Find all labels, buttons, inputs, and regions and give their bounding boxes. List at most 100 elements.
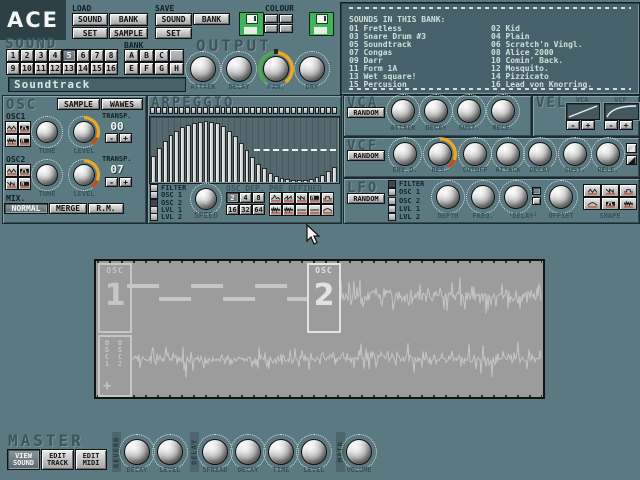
arp-bar[interactable]	[169, 135, 174, 182]
vca-random-button[interactable]: RANDOM	[347, 107, 385, 118]
pulse-wave-icon-button[interactable]	[18, 134, 31, 147]
vcf-cutoff-knob[interactable]	[463, 142, 487, 166]
mix-merge-button[interactable]: MERGE	[49, 203, 87, 214]
arp-bar[interactable]	[309, 179, 314, 182]
arp-step[interactable]	[256, 107, 261, 114]
target-row-lvl1[interactable]: LVL 1	[388, 205, 420, 213]
arp-bar[interactable]	[233, 136, 238, 182]
output-delay-knob[interactable]	[226, 56, 252, 82]
target-row-lvl2[interactable]: LVL 2	[388, 213, 420, 221]
arp-step[interactable]	[162, 107, 167, 114]
arp-bar[interactable]	[174, 131, 179, 182]
vcf-random-button[interactable]: RANDOM	[347, 150, 385, 161]
tab-sample[interactable]: SAMPLE	[57, 98, 100, 110]
noise-wave-icon-button[interactable]	[619, 197, 637, 210]
osc-dep-8-button[interactable]: 8	[252, 192, 265, 203]
osc-dep-2-button[interactable]: 2	[226, 192, 239, 203]
load-bank-button[interactable]: BANK	[109, 13, 148, 26]
output-attack-knob[interactable]	[190, 56, 216, 82]
saw-wave-icon-button[interactable]	[282, 192, 295, 204]
tri-wave-icon-button[interactable]	[5, 164, 18, 177]
target-radio[interactable]	[388, 213, 396, 221]
tri-wave-icon-button[interactable]	[583, 184, 601, 197]
osc2-transpose-minus-button[interactable]: -	[105, 177, 118, 187]
step-wave-icon-button[interactable]	[619, 184, 637, 197]
vcf-envd-knob[interactable]	[393, 142, 417, 166]
waveform-display[interactable]: OSC 1 OSC 2 OSC1 OSC2 +	[94, 259, 545, 399]
arp-bar[interactable]	[163, 141, 168, 182]
arp-bar[interactable]	[204, 121, 209, 182]
pulse-wave-icon-button[interactable]	[308, 192, 321, 204]
floppy-disk-icon[interactable]	[239, 12, 264, 36]
arp-bar[interactable]	[186, 125, 191, 182]
vca-release-knob[interactable]	[491, 99, 515, 123]
osc1-tune-knob[interactable]	[36, 121, 58, 143]
sawdown-wave-icon-button[interactable]	[5, 177, 18, 190]
osc-dep-4-button[interactable]: 4	[239, 192, 252, 203]
arp-step[interactable]	[156, 107, 161, 114]
vcf-sustain-knob[interactable]	[563, 142, 587, 166]
main-volume-knob[interactable]	[346, 439, 372, 465]
tab-wawes[interactable]: WAWES	[101, 98, 143, 110]
arp-bar[interactable]	[320, 175, 325, 182]
square-wave-icon-button[interactable]	[601, 197, 619, 210]
delay-decay-knob[interactable]	[235, 439, 261, 465]
reverb-level-knob[interactable]	[157, 439, 183, 465]
arp-bar[interactable]	[303, 180, 308, 182]
osc2-tune-knob[interactable]	[36, 164, 58, 186]
bank-F-button[interactable]: F	[139, 62, 154, 75]
arp-step[interactable]	[250, 107, 255, 114]
arp-step[interactable]	[179, 107, 184, 114]
arp-step[interactable]	[232, 107, 237, 114]
sound-number-7-button[interactable]: 7	[90, 49, 104, 62]
bank-A-button[interactable]: A	[124, 49, 139, 62]
colour-swatch-button[interactable]	[279, 14, 293, 23]
sound-number-8-button[interactable]: 8	[104, 49, 118, 62]
sound-number-4-button[interactable]: 4	[48, 49, 62, 62]
lfo-delay-off-button[interactable]	[532, 197, 541, 205]
mix-rm-button[interactable]: R.M.	[88, 203, 124, 214]
arpeggio-chart[interactable]	[149, 116, 340, 184]
sound-number-13-button[interactable]: 13	[62, 62, 76, 75]
sound-number-6-button[interactable]: 6	[76, 49, 90, 62]
target-radio[interactable]	[150, 213, 158, 221]
save-bank-button[interactable]: BANK	[193, 13, 230, 25]
delay-level-knob[interactable]	[301, 439, 327, 465]
noise-wave-icon-button[interactable]	[269, 204, 282, 216]
arp-bar[interactable]	[215, 123, 220, 182]
target-radio[interactable]	[388, 205, 396, 213]
colour-swatch-button[interactable]	[279, 24, 293, 33]
osc2-level-knob[interactable]	[73, 164, 95, 186]
bank-G-button[interactable]: G	[154, 62, 169, 75]
sound-number-12-button[interactable]: 12	[48, 62, 62, 75]
arp-bar[interactable]	[315, 177, 320, 182]
hill-wave-icon-button[interactable]	[321, 204, 334, 216]
arp-bar[interactable]	[297, 180, 302, 182]
vel-vca-plus-button[interactable]: +	[581, 120, 595, 130]
noise-wave-icon-button[interactable]	[5, 134, 18, 147]
load-set-button[interactable]: SET	[72, 27, 108, 39]
flat-wave-icon-button[interactable]	[308, 204, 321, 216]
arp-step[interactable]	[279, 107, 284, 114]
target-row-osc2[interactable]: OSC 2	[388, 197, 420, 205]
arp-bar[interactable]	[268, 173, 273, 182]
bank-E-button[interactable]: E	[124, 62, 139, 75]
arp-step[interactable]	[203, 107, 208, 114]
arp-step[interactable]	[185, 107, 190, 114]
sound-number-5-button[interactable]: 5	[62, 49, 76, 62]
target-row-filter[interactable]: FILTER	[388, 180, 424, 188]
lfo-delay-knob[interactable]	[504, 185, 528, 209]
flat-wave-icon-button[interactable]	[295, 204, 308, 216]
bank-list-item[interactable]: 15 Percusion	[349, 80, 407, 89]
vcf-decay-knob[interactable]	[528, 142, 552, 166]
tri-wave-icon-button[interactable]	[5, 121, 18, 134]
arp-step[interactable]	[262, 107, 267, 114]
arp-step[interactable]	[268, 107, 273, 114]
arp-step[interactable]	[191, 107, 196, 114]
arp-step[interactable]	[174, 107, 179, 114]
save-set-button[interactable]: SET	[155, 27, 192, 39]
arp-bar[interactable]	[262, 168, 267, 182]
bank-B-button[interactable]: B	[139, 49, 154, 62]
bank-blank-button[interactable]	[169, 49, 184, 62]
lfo-freq-knob[interactable]	[471, 185, 495, 209]
